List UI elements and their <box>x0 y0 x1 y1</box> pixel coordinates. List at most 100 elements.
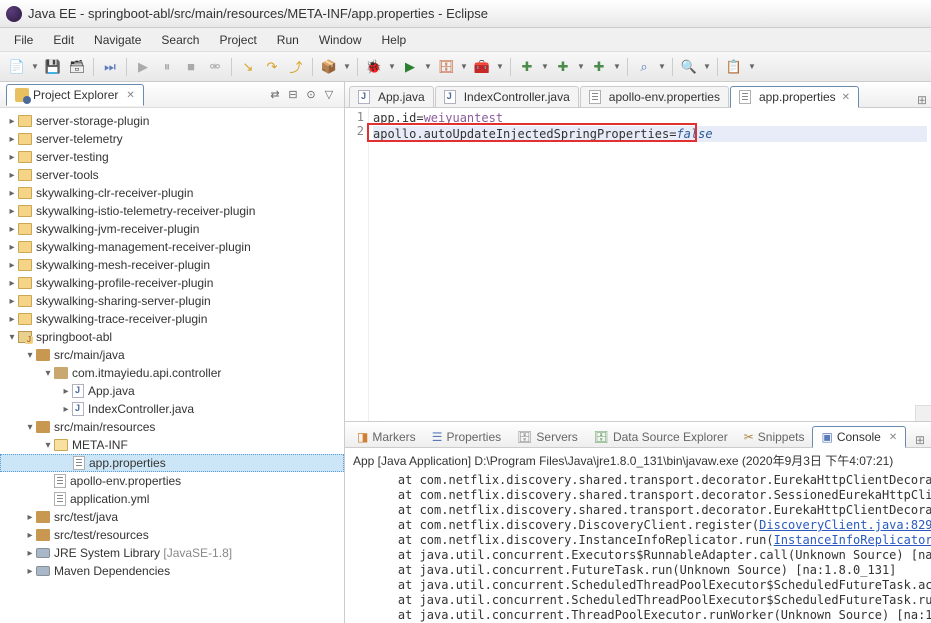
tab-data-source-explorer[interactable]: 🗄Data Source Explorer <box>586 427 736 447</box>
open-type-button[interactable]: ⌕ <box>633 56 655 78</box>
tree-item[interactable]: IndexController.java <box>0 400 344 418</box>
panel-maximize-icon[interactable]: ⊞ <box>909 433 931 447</box>
focus-icon[interactable]: ⊙ <box>302 86 320 104</box>
menu-file[interactable]: File <box>4 30 43 50</box>
tree-label: src/main/resources <box>54 420 155 434</box>
menu-project[interactable]: Project <box>209 30 266 50</box>
tree-item[interactable]: src/main/resources <box>0 418 344 436</box>
console-output[interactable]: at com.netflix.discovery.shared.transpor… <box>345 473 931 623</box>
menu-run[interactable]: Run <box>267 30 309 50</box>
tree-item-selected[interactable]: app.properties <box>0 454 344 472</box>
save-button[interactable]: 💾 <box>42 56 64 78</box>
dropdown-icon[interactable]: ▼ <box>342 56 352 78</box>
tree-item[interactable]: src/test/resources <box>0 526 344 544</box>
stack-link[interactable]: DiscoveryClient.java:829 <box>759 518 931 532</box>
task-button[interactable]: 📋 <box>723 56 745 78</box>
external-tools-button[interactable]: 🧰 <box>471 56 493 78</box>
tree-item[interactable]: skywalking-istio-telemetry-receiver-plug… <box>0 202 344 220</box>
code-area[interactable]: app.id=weiyuantest apollo.autoUpdateInje… <box>369 108 931 421</box>
explorer-tab[interactable]: Project Explorer ✕ <box>6 84 144 106</box>
tree-item[interactable]: skywalking-management-receiver-plugin <box>0 238 344 256</box>
tree-item[interactable]: App.java <box>0 382 344 400</box>
tree-label: App.java <box>88 384 135 398</box>
editor-tab-app-java[interactable]: App.java <box>349 86 434 107</box>
new-java-button[interactable]: ✚ <box>516 56 538 78</box>
dropdown-icon[interactable]: ▼ <box>540 56 550 78</box>
stack-link[interactable]: InstanceInfoReplicator.j <box>774 533 931 547</box>
tree-item[interactable]: com.itmayiedu.api.controller <box>0 364 344 382</box>
tab-properties[interactable]: ☰Properties <box>424 427 509 447</box>
tab-servers[interactable]: 🗄Servers <box>509 427 586 447</box>
view-menu-icon[interactable]: ▽ <box>320 86 338 104</box>
close-icon[interactable]: ✕ <box>842 92 850 103</box>
editor-maximize-icon[interactable]: ⊞ <box>913 93 931 107</box>
tree-item[interactable]: server-telemetry <box>0 130 344 148</box>
step-into-button[interactable]: ↘ <box>237 56 259 78</box>
disconnect-button[interactable]: ⚮ <box>204 56 226 78</box>
project-tree[interactable]: server-storage-plugin server-telemetry s… <box>0 108 344 623</box>
dropdown-icon[interactable]: ▼ <box>747 56 757 78</box>
tree-label: application.yml <box>70 492 149 506</box>
editor-tab-apollo-env[interactable]: apollo-env.properties <box>580 86 729 107</box>
line-number: 1 <box>345 110 364 124</box>
right-area: App.java IndexController.java apollo-env… <box>345 82 931 623</box>
editor-tab-index-controller[interactable]: IndexController.java <box>435 86 579 107</box>
new-button[interactable]: 📄 <box>6 56 28 78</box>
pause-button[interactable]: ⏸ <box>156 56 178 78</box>
tree-item[interactable]: skywalking-sharing-server-plugin <box>0 292 344 310</box>
tree-item[interactable]: springboot-abl <box>0 328 344 346</box>
tree-item[interactable]: META-INF <box>0 436 344 454</box>
tree-label: META-INF <box>72 438 128 452</box>
tab-snippets[interactable]: ✂Snippets <box>736 427 813 447</box>
dropdown-icon[interactable]: ▼ <box>495 56 505 78</box>
dropdown-icon[interactable]: ▼ <box>702 56 712 78</box>
menu-help[interactable]: Help <box>372 30 417 50</box>
new-package-button[interactable]: ✚ <box>552 56 574 78</box>
tree-item[interactable]: apollo-env.properties <box>0 472 344 490</box>
dropdown-icon[interactable]: ▼ <box>657 56 667 78</box>
close-icon[interactable]: ✕ <box>889 432 897 443</box>
package-button[interactable]: 📦 <box>318 56 340 78</box>
tree-item[interactable]: skywalking-trace-receiver-plugin <box>0 310 344 328</box>
link-editor-icon[interactable]: ⇄ <box>266 86 284 104</box>
dropdown-icon[interactable]: ▼ <box>576 56 586 78</box>
tree-item[interactable]: src/test/java <box>0 508 344 526</box>
dropdown-icon[interactable]: ▼ <box>612 56 622 78</box>
tree-item[interactable]: Maven Dependencies <box>0 562 344 580</box>
close-icon[interactable]: ✕ <box>126 90 134 101</box>
skip-button[interactable]: ⏭ <box>99 56 121 78</box>
tree-item[interactable]: server-tools <box>0 166 344 184</box>
step-over-button[interactable]: ↷ <box>261 56 283 78</box>
tree-item[interactable]: skywalking-clr-receiver-plugin <box>0 184 344 202</box>
tree-item[interactable]: skywalking-mesh-receiver-plugin <box>0 256 344 274</box>
new-class-button[interactable]: ✚ <box>588 56 610 78</box>
run-server-button[interactable]: 🗄 <box>435 56 457 78</box>
tree-item[interactable]: src/main/java <box>0 346 344 364</box>
tab-console[interactable]: ▣Console✕ <box>812 426 906 448</box>
search-button[interactable]: 🔍 <box>678 56 700 78</box>
tree-item[interactable]: skywalking-jvm-receiver-plugin <box>0 220 344 238</box>
dropdown-icon[interactable]: ▼ <box>423 56 433 78</box>
stop-button[interactable]: ■ <box>180 56 202 78</box>
menu-search[interactable]: Search <box>151 30 209 50</box>
menu-window[interactable]: Window <box>309 30 372 50</box>
tree-item[interactable]: server-storage-plugin <box>0 112 344 130</box>
resume-button[interactable]: ▶ <box>132 56 154 78</box>
editor-body[interactable]: 1 2 app.id=weiyuantest apollo.autoUpdate… <box>345 108 931 422</box>
save-all-button[interactable]: 🗃 <box>66 56 88 78</box>
dropdown-icon[interactable]: ▼ <box>459 56 469 78</box>
menu-navigate[interactable]: Navigate <box>84 30 151 50</box>
debug-button[interactable]: 🐞 <box>363 56 385 78</box>
menu-edit[interactable]: Edit <box>43 30 84 50</box>
tree-item[interactable]: application.yml <box>0 490 344 508</box>
tree-item[interactable]: skywalking-profile-receiver-plugin <box>0 274 344 292</box>
tree-item[interactable]: server-testing <box>0 148 344 166</box>
editor-tab-app-properties[interactable]: app.properties✕ <box>730 86 859 108</box>
collapse-all-icon[interactable]: ⊟ <box>284 86 302 104</box>
dropdown-icon[interactable]: ▼ <box>387 56 397 78</box>
tab-markers[interactable]: ◨Markers <box>349 427 424 447</box>
tree-item[interactable]: JRE System Library [JavaSE-1.8] <box>0 544 344 562</box>
step-return-button[interactable]: ⤴ <box>285 56 307 78</box>
dropdown-icon[interactable]: ▼ <box>30 56 40 78</box>
run-button[interactable]: ▶ <box>399 56 421 78</box>
